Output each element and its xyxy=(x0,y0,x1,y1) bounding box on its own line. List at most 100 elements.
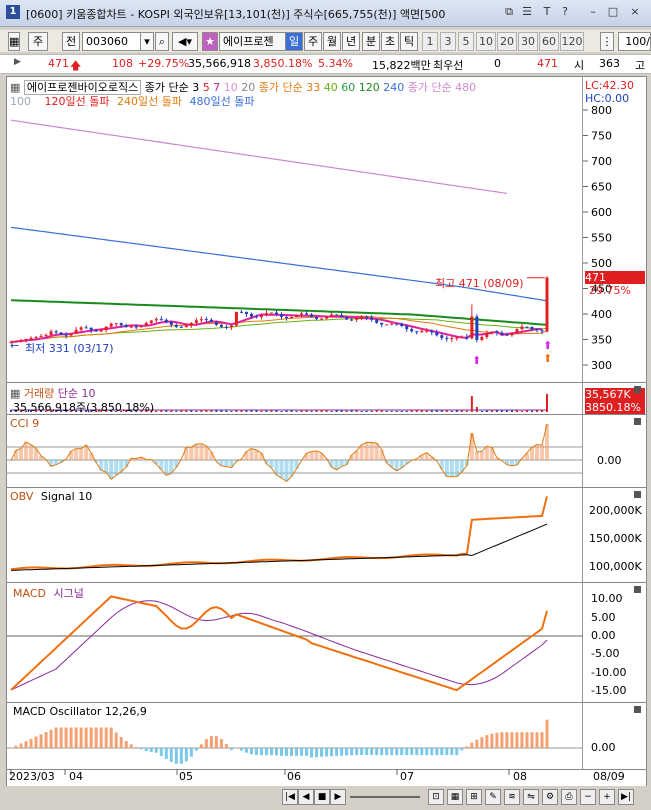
candle-body xyxy=(500,332,504,335)
code-dropdown-icon[interactable]: ▾ xyxy=(140,32,154,51)
chart-type-icon[interactable]: ⊞ xyxy=(466,789,482,805)
osc-bar xyxy=(455,748,459,756)
prev-icon[interactable]: ◀ xyxy=(298,789,314,805)
volume-bar xyxy=(495,410,498,412)
tab-day[interactable]: 일 xyxy=(285,32,303,51)
osc-bar xyxy=(495,732,499,748)
interval-60[interactable]: 60 xyxy=(539,32,559,51)
compare-icon[interactable]: ⇋ xyxy=(523,789,539,805)
count-input[interactable]: 100/ xyxy=(618,32,651,51)
maximize-icon[interactable]: □ xyxy=(606,5,620,19)
first-icon[interactable]: |◀ xyxy=(282,789,298,805)
text-icon[interactable]: T xyxy=(540,5,554,19)
stock-name-field[interactable]: 에이프로젠 xyxy=(219,32,286,51)
x-label-07: 07 xyxy=(400,770,414,783)
zoom-out-icon[interactable]: − xyxy=(580,789,596,805)
candle-body xyxy=(310,314,314,318)
osc-bar xyxy=(209,736,213,748)
cci-area xyxy=(454,460,459,477)
main-panel-legend-2: 100 120일선 돌파 240일선 돌파 480일선 돌파 xyxy=(10,93,254,109)
cci-area xyxy=(194,444,199,460)
candle-body xyxy=(525,326,529,328)
osc-bar xyxy=(320,748,324,757)
osc-bar xyxy=(264,748,268,756)
search-icon[interactable]: ⌕ xyxy=(155,32,169,51)
help-icon[interactable]: ? xyxy=(558,5,572,19)
print-icon[interactable]: ⎙ xyxy=(561,789,577,805)
osc-bar xyxy=(89,727,93,748)
period-select[interactable]: 주 xyxy=(28,32,48,51)
interval-3[interactable]: 3 xyxy=(440,32,456,51)
obv-line xyxy=(10,496,548,571)
candle-body xyxy=(305,313,309,315)
cci-area xyxy=(209,452,214,460)
osc-bar xyxy=(325,748,329,757)
zoom-slider[interactable] xyxy=(350,796,420,798)
stop-icon[interactable]: ■ xyxy=(314,789,330,805)
cci-area xyxy=(364,442,369,460)
chart-area[interactable]: 800 750 700 650 600 550 500 450 400 350 300 ⬆ ⬆ ⬆ ← ▦ … xyxy=(6,76,647,788)
osc-bar xyxy=(69,727,73,748)
candle-body xyxy=(59,332,63,335)
indicator-icon[interactable]: ≋ xyxy=(504,789,520,805)
favorite-icon[interactable]: ★ xyxy=(202,32,218,51)
interval-10[interactable]: 10 xyxy=(476,32,496,51)
tab-minute[interactable]: 분 xyxy=(362,32,380,51)
tab-tick[interactable]: 틱 xyxy=(400,32,418,51)
lc-value: LC:42.30 xyxy=(585,79,635,92)
candle-body xyxy=(295,314,299,318)
settings-icon[interactable]: ⋮ xyxy=(600,32,614,51)
interval-120[interactable]: 120 xyxy=(560,32,584,51)
tab-week[interactable]: 주 xyxy=(304,32,322,51)
stock-code-input[interactable]: 003060 xyxy=(82,32,143,51)
candle-body xyxy=(370,317,374,320)
tab-month[interactable]: 월 xyxy=(323,32,341,51)
osc-bar xyxy=(395,748,399,756)
candle-body xyxy=(515,329,519,333)
osc-bar xyxy=(249,748,253,755)
tab-year[interactable]: 년 xyxy=(342,32,360,51)
x-label-05: 05 xyxy=(179,770,193,783)
percent-tag: 29.75% xyxy=(589,284,631,297)
settings-gear-icon[interactable]: ⚙ xyxy=(542,789,558,805)
close-icon[interactable] xyxy=(634,491,641,498)
candle-body xyxy=(530,326,534,330)
zoom-in-icon[interactable]: + xyxy=(599,789,615,805)
close-icon[interactable] xyxy=(634,418,641,425)
menu-icon[interactable]: ☰ xyxy=(520,5,534,19)
volume-bar xyxy=(500,410,503,412)
next-icon[interactable]: ▶ xyxy=(330,789,346,805)
sound-icon[interactable]: ◀▾ xyxy=(172,32,198,51)
restore-icon[interactable]: ⧉ xyxy=(502,5,516,19)
title-bar: 1 [0600] 키움종합차트 - KOSPI 외국인보유[13,101(천)]… xyxy=(0,0,651,27)
osc-bar xyxy=(380,748,384,756)
close-icon[interactable] xyxy=(634,386,641,393)
candle-body xyxy=(450,338,454,340)
osc-bar xyxy=(475,739,479,748)
interval-1[interactable]: 1 xyxy=(422,32,438,51)
prev-button[interactable]: 전 xyxy=(62,32,80,51)
interval-20[interactable]: 20 xyxy=(497,32,517,51)
cci-area xyxy=(104,460,109,473)
interval-5[interactable]: 5 xyxy=(458,32,474,51)
interval-30[interactable]: 30 xyxy=(518,32,538,51)
volume-bar xyxy=(520,410,523,412)
grid-toggle-icon[interactable]: ▦ xyxy=(447,789,463,805)
close-icon[interactable] xyxy=(634,706,641,713)
minimize-icon[interactable]: – xyxy=(586,5,600,19)
close-icon[interactable] xyxy=(634,586,641,593)
y-tick-label: 600 xyxy=(591,206,612,219)
candle-body xyxy=(430,330,434,333)
candle-body xyxy=(520,326,524,330)
zoom-fit-icon[interactable]: ⊡ xyxy=(428,789,444,805)
scroll-end-icon[interactable]: ▶| xyxy=(618,789,634,805)
cci-zero: 0.00 xyxy=(597,454,622,467)
grid-icon[interactable]: ▦ xyxy=(8,32,20,51)
volume-bar xyxy=(300,410,303,412)
cci-area xyxy=(309,451,314,460)
draw-tool-icon[interactable]: ✎ xyxy=(485,789,501,805)
info-toggle-icon[interactable]: ▶ xyxy=(14,57,21,67)
tab-second[interactable]: 초 xyxy=(381,32,399,51)
close-icon[interactable]: × xyxy=(628,5,642,19)
candle-body xyxy=(99,330,103,332)
